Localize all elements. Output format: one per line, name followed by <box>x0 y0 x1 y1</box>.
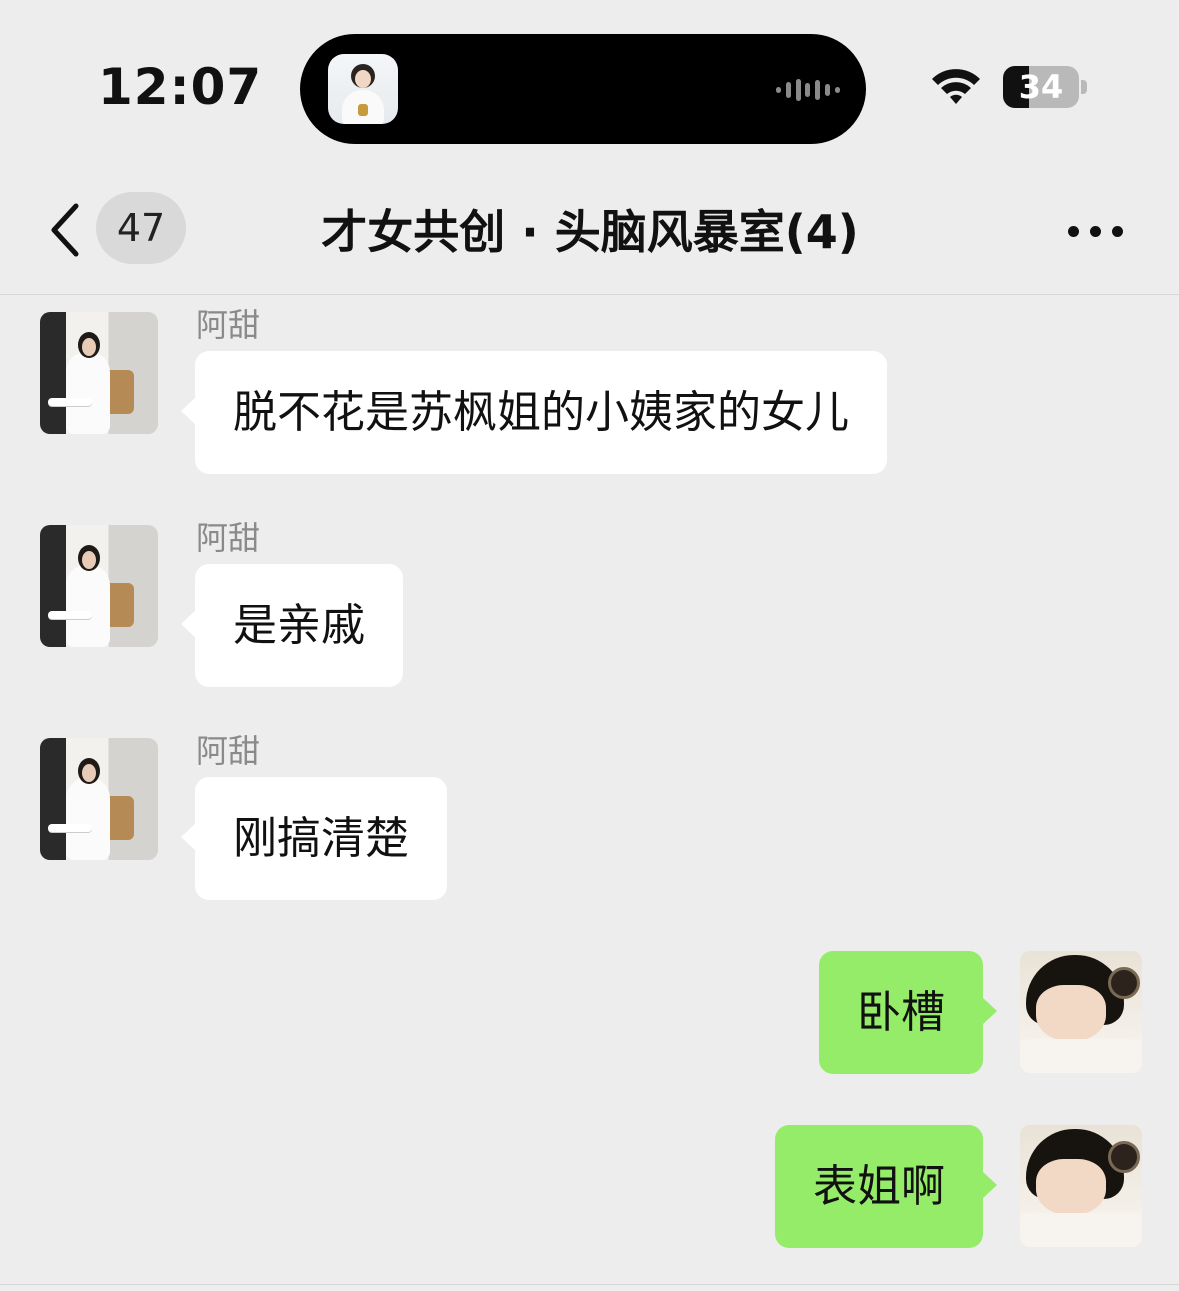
dynamic-island[interactable] <box>300 34 866 144</box>
audio-waveform-icon <box>776 78 840 102</box>
ellipsis-icon[interactable] <box>1068 226 1079 237</box>
app-avatar-icon[interactable] <box>328 54 398 124</box>
message-bubble[interactable]: 是亲戚 <box>181 564 403 687</box>
message-bubble[interactable]: 脱不花是苏枫姐的小姨家的女儿 <box>181 351 887 474</box>
avatar[interactable] <box>40 312 158 434</box>
wifi-icon <box>932 69 980 104</box>
input-bar-divider <box>0 1284 1179 1285</box>
avatar[interactable] <box>40 525 158 647</box>
chat-title: 才女共创 · 头脑风暴室(4) <box>321 205 859 259</box>
more-options-button[interactable] <box>1060 206 1130 256</box>
sender-name: 阿甜 <box>196 732 261 770</box>
back-button[interactable]: 47 <box>36 192 196 268</box>
status-bar: 12:07 34 <box>0 0 1179 170</box>
sender-name: 阿甜 <box>196 306 261 344</box>
chevron-left-icon[interactable] <box>48 200 82 260</box>
battery-level: 34 <box>1018 68 1064 106</box>
message-bubble[interactable]: 卧槽 <box>819 951 997 1074</box>
avatar[interactable] <box>40 738 158 860</box>
unread-count-badge[interactable]: 47 <box>96 192 186 264</box>
message-bubble[interactable]: 刚搞清楚 <box>181 777 447 900</box>
message-bubble[interactable]: 表姐啊 <box>775 1125 997 1248</box>
avatar[interactable] <box>1020 951 1142 1073</box>
chat-header: 47 才女共创 · 头脑风暴室(4) <box>0 170 1179 295</box>
avatar[interactable] <box>1020 1125 1142 1247</box>
sender-name: 阿甜 <box>196 519 261 557</box>
status-time: 12:07 <box>98 58 263 116</box>
battery-icon: 34 <box>1003 66 1087 110</box>
